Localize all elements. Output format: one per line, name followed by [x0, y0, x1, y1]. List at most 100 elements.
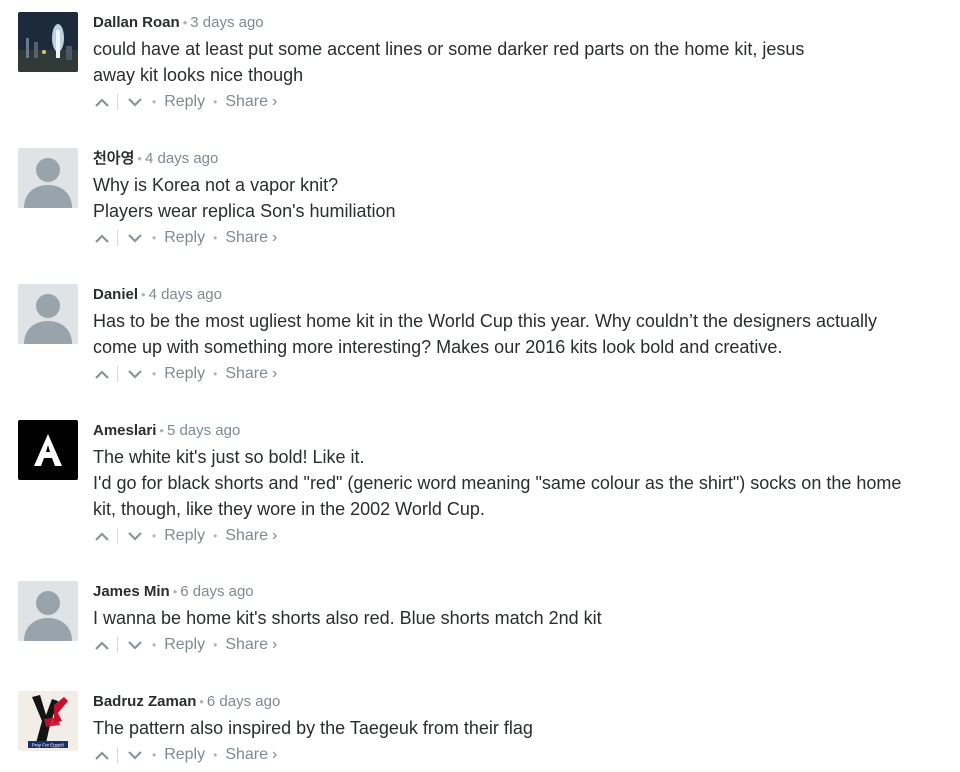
comment-message: Has to be the most ugliest home kit in t… — [93, 308, 948, 360]
comment-message: I wanna be home kit's shorts also red. B… — [93, 605, 948, 631]
comment-header: James Min • 6 days ago — [93, 581, 948, 603]
share-label: Share — [225, 365, 269, 382]
message-line: kit, though, like they wore in the 2002 … — [93, 499, 485, 519]
vote-divider — [117, 366, 118, 382]
share-button[interactable]: Share › — [225, 524, 277, 548]
bullet-separator: • — [213, 231, 218, 245]
timestamp[interactable]: 3 days ago — [190, 14, 263, 31]
bullet-separator: • — [159, 423, 164, 438]
upvote-icon[interactable] — [93, 90, 111, 114]
message-line: Why is Korea not a vapor knit? — [93, 175, 339, 195]
downvote-icon[interactable] — [126, 362, 144, 386]
vote-divider — [117, 637, 118, 653]
bullet-separator: • — [152, 367, 157, 381]
author-name[interactable]: Badruz Zaman — [93, 693, 196, 710]
share-button[interactable]: Share › — [225, 90, 277, 114]
chevron-right-icon: › — [272, 636, 278, 653]
share-label: Share — [225, 746, 269, 763]
message-line: The white kit's just so bold! Like it. — [93, 447, 365, 467]
comment-footer: • Reply • Share › — [93, 524, 948, 548]
author-name[interactable]: Daniel — [93, 286, 138, 303]
vote-divider — [117, 94, 118, 110]
timestamp[interactable]: 4 days ago — [149, 286, 222, 303]
share-button[interactable]: Share › — [225, 226, 277, 250]
comment-footer: • Reply • Share › — [93, 633, 948, 657]
avatar[interactable] — [18, 148, 78, 208]
downvote-icon[interactable] — [126, 633, 144, 657]
chevron-right-icon: › — [272, 229, 278, 246]
author-name[interactable]: Dallan Roan — [93, 14, 180, 31]
comment-header: 천아영 • 4 days ago — [93, 148, 948, 170]
bullet-separator: • — [152, 95, 157, 109]
comment-header: Ameslari • 5 days ago — [93, 420, 948, 442]
bullet-separator: • — [199, 694, 204, 709]
poster-avatar-icon: Pray For Egypt!! — [18, 691, 78, 751]
message-line: away kit looks nice though — [93, 65, 304, 85]
bullet-separator: • — [152, 231, 157, 245]
chevron-right-icon: › — [272, 527, 278, 544]
message-line: I wanna be home kit's shorts also red. B… — [93, 608, 602, 628]
default-avatar-icon — [18, 284, 78, 344]
timestamp[interactable]: 5 days ago — [167, 422, 240, 439]
default-avatar-icon — [18, 581, 78, 641]
bullet-separator: • — [213, 95, 218, 109]
reply-button[interactable]: Reply — [164, 743, 205, 767]
share-label: Share — [225, 527, 269, 544]
vote-divider — [117, 528, 118, 544]
comment-message: The white kit's just so bold! Like it. I… — [93, 444, 948, 522]
reply-button[interactable]: Reply — [164, 226, 205, 250]
avatar[interactable] — [18, 12, 78, 72]
bullet-separator: • — [213, 529, 218, 543]
comment-header: Daniel • 4 days ago — [93, 284, 948, 306]
message-line: Players wear replica Son's humiliation — [93, 201, 396, 221]
message-line: I'd go for black shorts and "red" (gener… — [93, 473, 902, 493]
bullet-separator: • — [152, 748, 157, 762]
avatar[interactable] — [18, 284, 78, 344]
upvote-icon[interactable] — [93, 633, 111, 657]
upvote-icon[interactable] — [93, 226, 111, 250]
avatar[interactable]: Pray For Egypt!! — [18, 691, 78, 751]
comment-header: Dallan Roan • 3 days ago — [93, 12, 948, 34]
share-button[interactable]: Share › — [225, 362, 277, 386]
timestamp[interactable]: 6 days ago — [180, 583, 253, 600]
avatar[interactable] — [18, 420, 78, 480]
comment-footer: • Reply • Share › — [93, 743, 948, 767]
share-button[interactable]: Share › — [225, 633, 277, 657]
share-label: Share — [225, 229, 269, 246]
comment-footer: • Reply • Share › — [93, 362, 948, 386]
author-name[interactable]: James Min — [93, 583, 170, 600]
photo-avatar-icon — [18, 12, 78, 72]
reply-button[interactable]: Reply — [164, 90, 205, 114]
bullet-separator: • — [172, 584, 178, 599]
timestamp[interactable]: 6 days ago — [207, 693, 280, 710]
message-line: could have at least put some accent line… — [93, 39, 805, 59]
author-name[interactable]: 천아영 — [93, 150, 134, 167]
vote-divider — [117, 747, 118, 763]
timestamp[interactable]: 4 days ago — [145, 150, 218, 167]
bullet-separator: • — [213, 367, 218, 381]
comment-message: could have at least put some accent line… — [93, 36, 948, 88]
bullet-separator: • — [152, 638, 157, 652]
upvote-icon[interactable] — [93, 524, 111, 548]
message-line: The pattern also inspired by the Taegeuk… — [93, 718, 533, 738]
downvote-icon[interactable] — [126, 524, 144, 548]
avatar[interactable] — [18, 581, 78, 641]
author-name[interactable]: Ameslari — [93, 422, 156, 439]
downvote-icon[interactable] — [126, 226, 144, 250]
chevron-right-icon: › — [272, 365, 278, 382]
bullet-separator: • — [137, 151, 142, 166]
share-button[interactable]: Share › — [225, 743, 277, 767]
comment-footer: • Reply • Share › — [93, 90, 948, 114]
downvote-icon[interactable] — [126, 90, 144, 114]
reply-button[interactable]: Reply — [164, 633, 205, 657]
downvote-icon[interactable] — [126, 743, 144, 767]
bullet-separator: • — [213, 748, 218, 762]
reply-button[interactable]: Reply — [164, 362, 205, 386]
letter-a-avatar-icon — [18, 420, 78, 480]
upvote-icon[interactable] — [93, 362, 111, 386]
upvote-icon[interactable] — [93, 743, 111, 767]
reply-button[interactable]: Reply — [164, 524, 205, 548]
bullet-separator: • — [182, 15, 188, 30]
bullet-separator: • — [141, 287, 146, 302]
chevron-right-icon: › — [272, 93, 278, 110]
